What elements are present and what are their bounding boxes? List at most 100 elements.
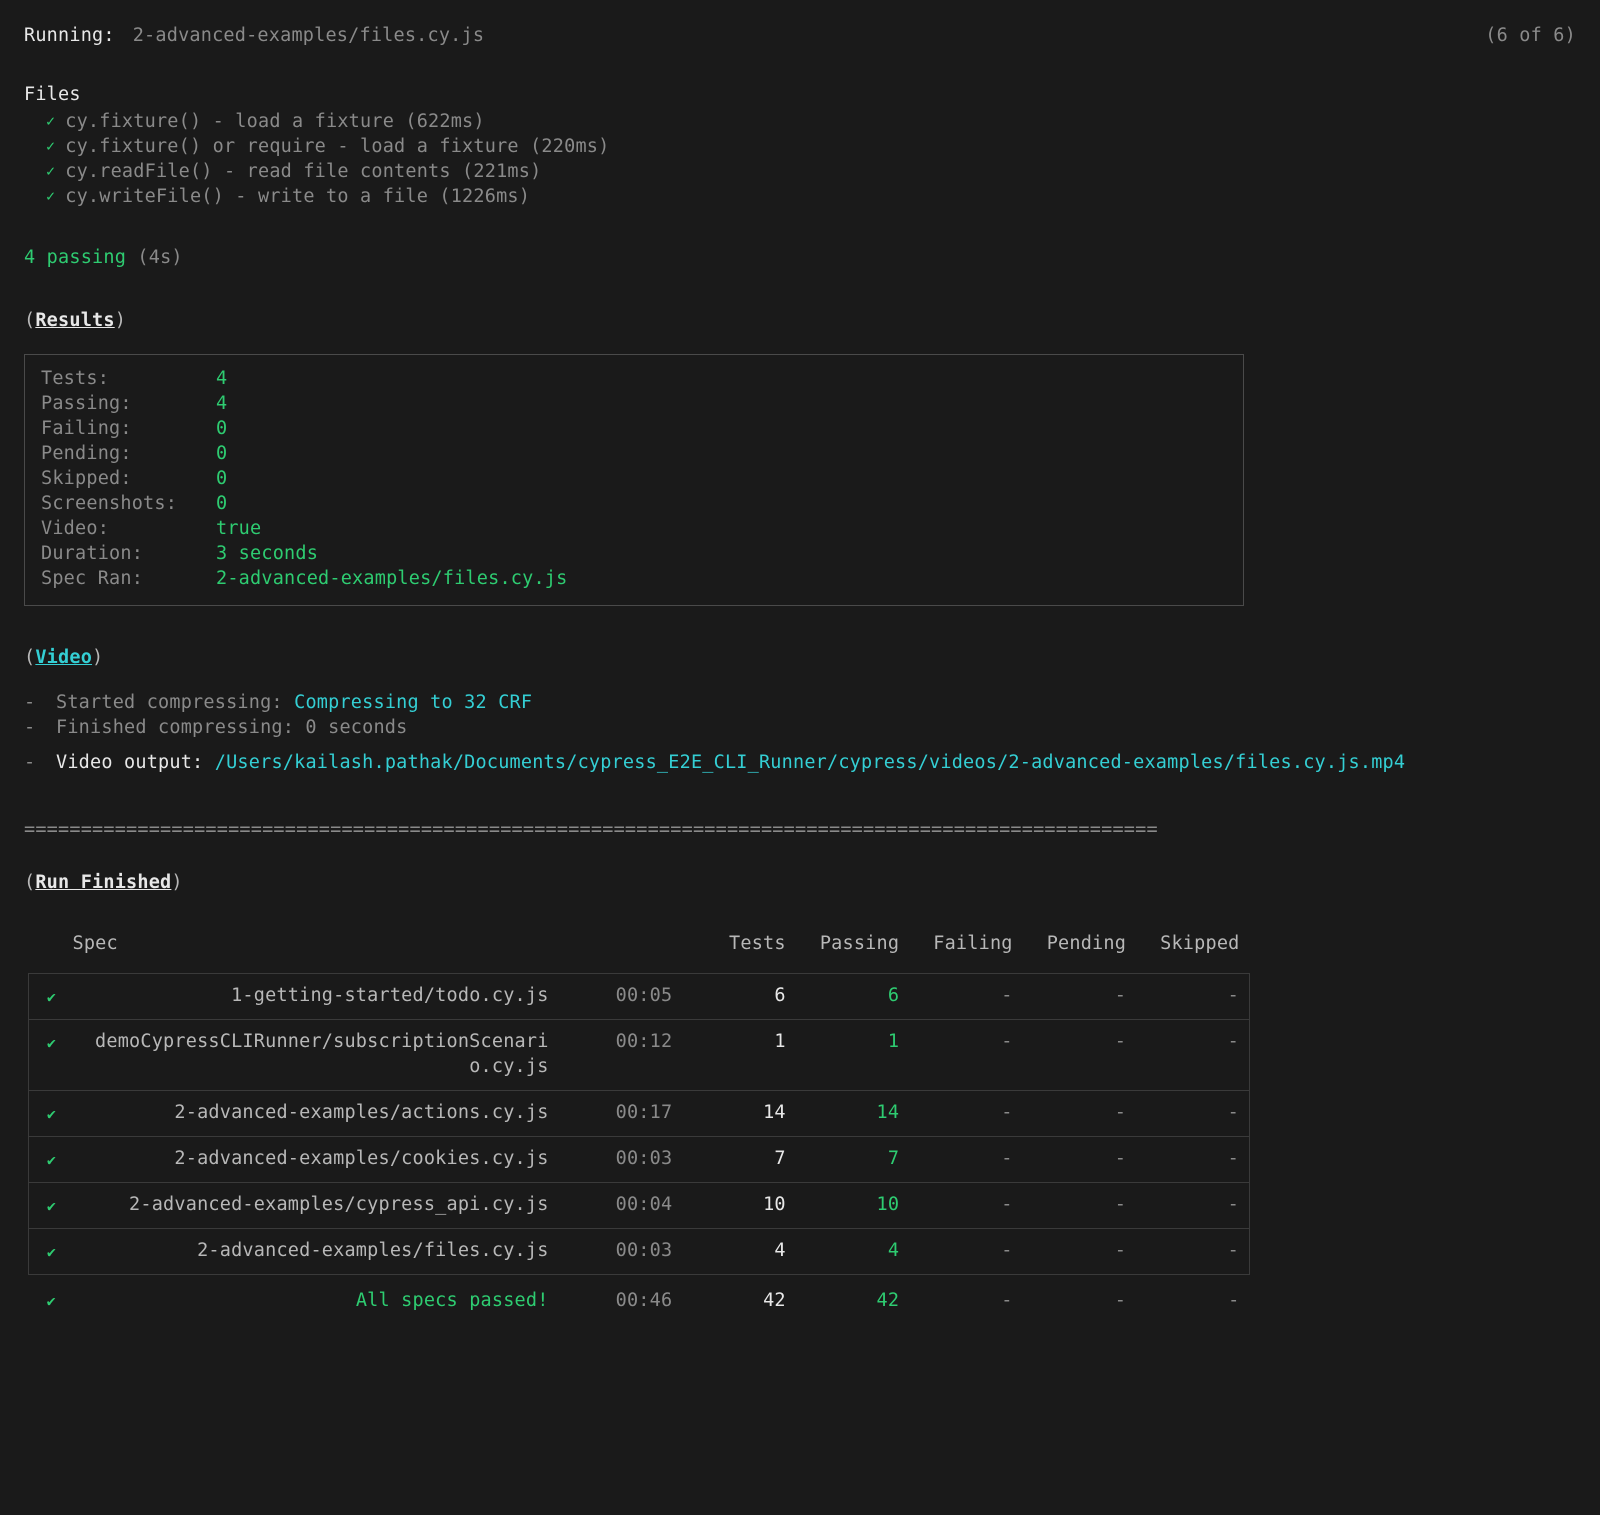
running-counter: (6 of 6) [1485, 24, 1576, 49]
cell-time: 00:17 [559, 1091, 683, 1137]
cell-spec: demoCypressCLIRunner/subscriptionScenari… [74, 1020, 559, 1091]
check-icon: ✔ [29, 974, 74, 1020]
results-row: Screenshots:0 [41, 492, 1227, 517]
cell-failing: - [909, 1020, 1022, 1091]
results-label: Results [35, 310, 114, 331]
test-name: cy.fixture() or require - load a fixture… [65, 135, 609, 160]
cell-total-tests: 42 [682, 1275, 795, 1324]
cell-tests: 14 [682, 1091, 795, 1137]
table-header-row: Spec Tests Passing Failing Pending Skipp… [29, 924, 1250, 973]
results-key: Video: [41, 517, 216, 542]
results-key: Failing: [41, 417, 216, 442]
cell-tests: 4 [682, 1229, 795, 1275]
cell-tests: 10 [682, 1183, 795, 1229]
passing-time: (4s) [137, 247, 182, 268]
cell-total-pending: - [1023, 1275, 1136, 1324]
cell-pending: - [1023, 1229, 1136, 1275]
cell-pending: - [1023, 1020, 1136, 1091]
check-icon: ✓ [46, 161, 55, 181]
spec-summary-table: Spec Tests Passing Failing Pending Skipp… [28, 924, 1250, 1324]
running-spec: 2-advanced-examples/files.cy.js [133, 24, 484, 49]
results-row: Skipped:0 [41, 467, 1227, 492]
test-line: ✓cy.writeFile() - write to a file (1226m… [24, 185, 1576, 210]
col-header-time [559, 924, 683, 973]
cell-skipped: - [1136, 1229, 1249, 1275]
results-key: Pending: [41, 442, 216, 467]
video-label: Video [35, 647, 92, 668]
suite-block: Files ✓cy.fixture() - load a fixture (62… [24, 83, 1576, 210]
cell-passing: 1 [796, 1020, 909, 1091]
video-section-label: (Video) [24, 646, 1576, 671]
divider: ========================================… [24, 818, 1576, 843]
running-label: Running: [24, 24, 115, 49]
bullet-icon: - [24, 751, 42, 776]
results-value: 2-advanced-examples/files.cy.js [216, 567, 567, 592]
check-icon: ✔ [29, 1275, 74, 1324]
running-header: Running: 2-advanced-examples/files.cy.js… [24, 24, 1576, 49]
check-icon: ✔ [29, 1183, 74, 1229]
col-header-passing: Passing [796, 924, 909, 973]
cell-pending: - [1023, 1183, 1136, 1229]
cell-failing: - [909, 1183, 1022, 1229]
results-row: Duration:3 seconds [41, 542, 1227, 567]
col-header-skipped: Skipped [1136, 924, 1249, 973]
results-key: Duration: [41, 542, 216, 567]
table-row: ✔2-advanced-examples/actions.cy.js00:171… [29, 1091, 1250, 1137]
cell-skipped: - [1136, 1137, 1249, 1183]
cell-spec: 2-advanced-examples/actions.cy.js [74, 1091, 559, 1137]
run-finished-section-label: (Run Finished) [24, 871, 1576, 896]
results-value: 3 seconds [216, 542, 318, 567]
compress-finished: Finished compressing: 0 seconds [56, 716, 407, 741]
cell-passing: 7 [796, 1137, 909, 1183]
cell-tests: 7 [682, 1137, 795, 1183]
cell-passing: 4 [796, 1229, 909, 1275]
video-output-path: /Users/kailash.pathak/Documents/cypress_… [215, 752, 1405, 773]
suite-title: Files [24, 83, 1576, 108]
bullet-icon: - [24, 716, 42, 741]
cell-tests: 6 [682, 974, 795, 1020]
cell-skipped: - [1136, 1091, 1249, 1137]
results-value: 0 [216, 442, 227, 467]
cell-time: 00:03 [559, 1229, 683, 1275]
cell-total-passing: 42 [796, 1275, 909, 1324]
video-output-label: Video output: [56, 752, 203, 773]
cell-spec: 2-advanced-examples/cypress_api.cy.js [74, 1183, 559, 1229]
check-icon: ✔ [29, 1137, 74, 1183]
results-box: Tests:4Passing:4Failing:0Pending:0Skippe… [24, 354, 1244, 607]
cell-failing: - [909, 1137, 1022, 1183]
passing-summary: 4 passing (4s) [24, 246, 1576, 271]
col-header-tests: Tests [682, 924, 795, 973]
results-key: Skipped: [41, 467, 216, 492]
bullet-icon: - [24, 691, 42, 716]
results-row: Pending:0 [41, 442, 1227, 467]
results-value: 4 [216, 367, 227, 392]
cell-time: 00:05 [559, 974, 683, 1020]
cell-passing: 14 [796, 1091, 909, 1137]
results-key: Tests: [41, 367, 216, 392]
results-key: Screenshots: [41, 492, 216, 517]
cell-skipped: - [1136, 974, 1249, 1020]
test-name: cy.writeFile() - write to a file (1226ms… [65, 185, 530, 210]
check-icon: ✓ [46, 111, 55, 131]
col-header-failing: Failing [909, 924, 1022, 973]
results-row: Tests:4 [41, 367, 1227, 392]
results-value: 0 [216, 467, 227, 492]
results-value: 4 [216, 392, 227, 417]
cell-time: 00:12 [559, 1020, 683, 1091]
cell-pending: - [1023, 974, 1136, 1020]
cell-total-spec: All specs passed! [74, 1275, 559, 1324]
check-icon: ✓ [46, 136, 55, 156]
cell-total-time: 00:46 [559, 1275, 683, 1324]
results-row: Passing:4 [41, 392, 1227, 417]
compress-started-label: Started compressing: [56, 692, 283, 713]
cell-total-skipped: - [1136, 1275, 1249, 1324]
cell-pending: - [1023, 1091, 1136, 1137]
results-value: 0 [216, 492, 227, 517]
results-value: 0 [216, 417, 227, 442]
results-value: true [216, 517, 261, 542]
table-row: ✔2-advanced-examples/files.cy.js00:0344-… [29, 1229, 1250, 1275]
results-key: Spec Ran: [41, 567, 216, 592]
cell-tests: 1 [682, 1020, 795, 1091]
cell-failing: - [909, 1229, 1022, 1275]
cell-total-failing: - [909, 1275, 1022, 1324]
